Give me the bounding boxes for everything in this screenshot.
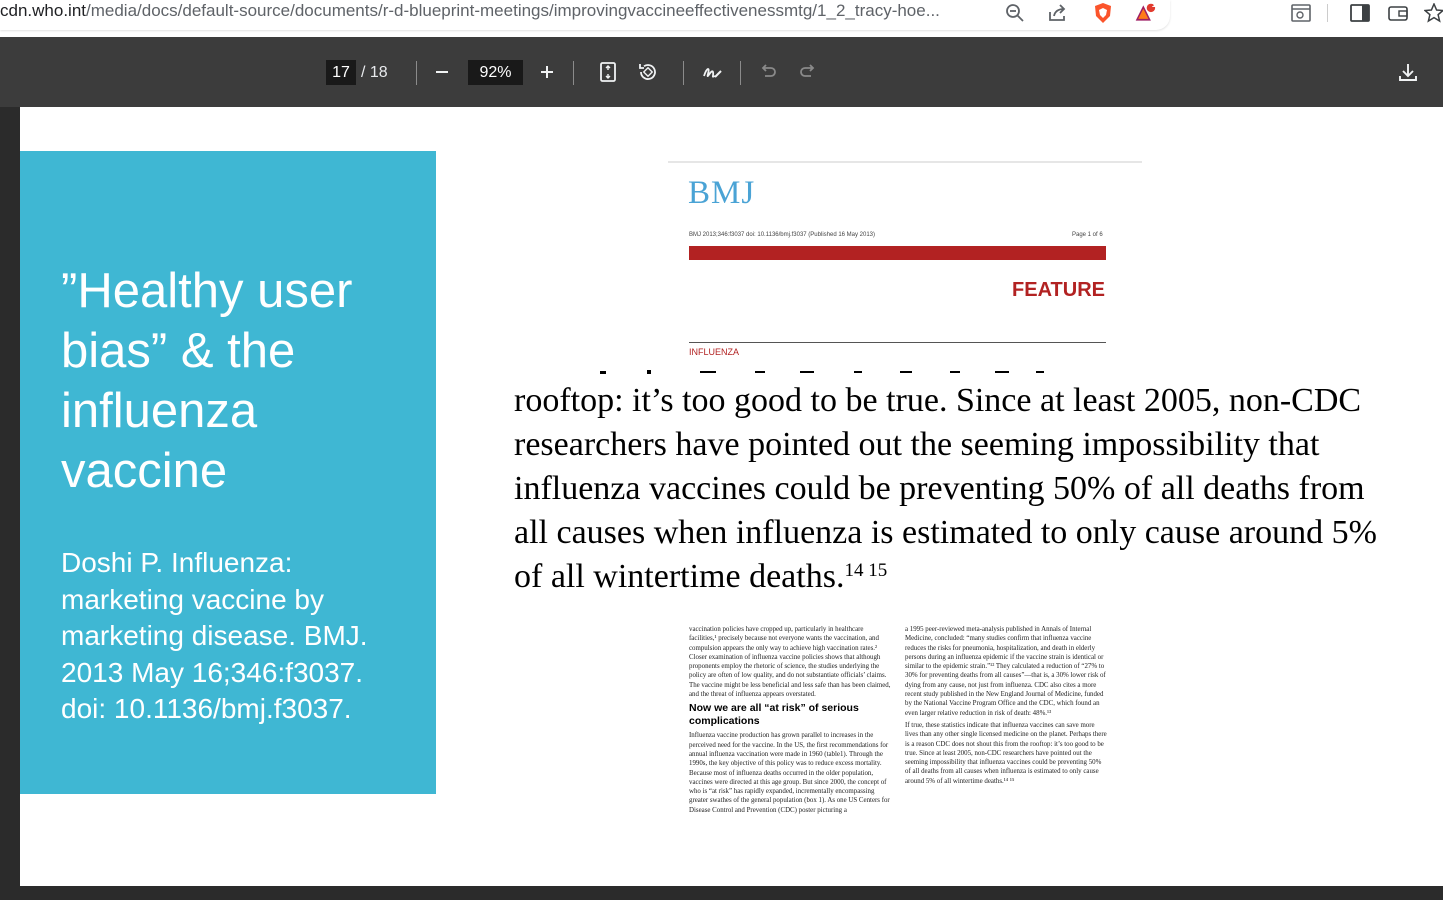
rotate-button[interactable] bbox=[635, 59, 661, 85]
url-field[interactable]: cdn.who.int/media/docs/default-source/do… bbox=[0, 0, 1170, 30]
article-paragraph: Influenza vaccine production has grown p… bbox=[689, 732, 890, 814]
zoom-out-page-icon[interactable] bbox=[1004, 2, 1026, 24]
bmj-article-header: BMJ BMJ 2013;346:f3037 doi: 10.1136/bmj.… bbox=[668, 161, 1142, 363]
article-paragraph: If true, these statistics indicate that … bbox=[905, 721, 1107, 785]
quote-line: of all wintertime deaths. bbox=[514, 558, 845, 595]
share-icon[interactable] bbox=[1046, 2, 1068, 24]
toolbar-divider bbox=[416, 61, 417, 85]
slide-title-panel: ”Healthy user bias” & the influenza vacc… bbox=[20, 151, 436, 794]
download-button[interactable] bbox=[1395, 59, 1421, 85]
zoom-level-input[interactable]: 92% bbox=[468, 60, 523, 85]
bookmark-star-icon[interactable] bbox=[1423, 2, 1443, 24]
article-subheading: Now we are all “at risk” of serious comp… bbox=[689, 702, 859, 728]
pen-icon bbox=[703, 68, 722, 78]
article-column-right: a 1995 peer-reviewed meta-analysis publi… bbox=[905, 625, 1107, 789]
toolbar-divider bbox=[573, 61, 574, 85]
quote-line: rooftop: it’s too good to be true. Since… bbox=[514, 382, 1362, 419]
minus-icon bbox=[436, 71, 448, 73]
bmj-divider bbox=[689, 342, 1106, 343]
plus-icon bbox=[541, 66, 553, 78]
download-icon bbox=[1399, 64, 1417, 81]
pdf-page: ”Healthy user bias” & the influenza vacc… bbox=[20, 107, 1443, 886]
undo-icon bbox=[761, 64, 776, 77]
browser-address-bar: cdn.who.int/media/docs/default-source/do… bbox=[0, 0, 1443, 37]
article-paragraph: a 1995 peer-reviewed meta-analysis publi… bbox=[905, 626, 1106, 717]
fit-to-page-icon bbox=[600, 62, 616, 82]
page-number-input[interactable]: 17 bbox=[326, 60, 356, 85]
brave-rewards-icon[interactable]: 1 bbox=[1134, 0, 1157, 24]
url-path: /media/docs/default-source/documents/r-d… bbox=[86, 1, 940, 20]
page-count: / 18 bbox=[361, 64, 388, 81]
zoom-out-button[interactable] bbox=[429, 59, 455, 85]
bmj-section-label: INFLUENZA bbox=[689, 347, 740, 357]
article-column-left: vaccination policies have cropped up, pa… bbox=[689, 625, 891, 818]
redo-icon bbox=[800, 64, 815, 77]
url-text[interactable]: cdn.who.int/media/docs/default-source/do… bbox=[0, 0, 990, 24]
bmj-feature-label: FEATURE bbox=[1012, 279, 1105, 301]
zoom-in-button[interactable] bbox=[534, 59, 560, 85]
sidebar-toggle-icon[interactable] bbox=[1349, 2, 1371, 24]
rewards-badge: 1 bbox=[1151, 0, 1157, 9]
quote-line: researchers have pointed out the seeming… bbox=[514, 426, 1320, 463]
bmj-logo: BMJ bbox=[688, 175, 756, 211]
toolbar-divider bbox=[740, 61, 741, 85]
rotate-icon bbox=[639, 64, 656, 80]
annotate-button[interactable] bbox=[699, 59, 725, 85]
quote-line: influenza vaccines could be preventing 5… bbox=[514, 470, 1365, 507]
wallet-icon[interactable] bbox=[1387, 2, 1409, 24]
bmj-page-number: Page 1 of 6 bbox=[1072, 232, 1103, 238]
toolbar-divider bbox=[1327, 4, 1328, 22]
pdf-toolbar: 17 / 18 92% bbox=[0, 37, 1443, 107]
slide-citation: Doshi P. Influenza: marketing vaccine by… bbox=[61, 547, 368, 724]
fit-page-button[interactable] bbox=[595, 59, 621, 85]
bmj-citation-line: BMJ 2013;346:f3037 doi: 10.1136/bmj.f303… bbox=[689, 232, 876, 238]
enlarged-quote: rooftop: it’s too good to be true. Since… bbox=[514, 379, 1443, 599]
url-host: cdn.who.int bbox=[0, 1, 86, 20]
undo-button[interactable] bbox=[755, 59, 781, 85]
bmj-red-bar bbox=[689, 246, 1106, 260]
toolbar-divider bbox=[683, 61, 684, 85]
slide-title: ”Healthy user bias” & the influenza vacc… bbox=[61, 264, 353, 498]
quote-line: all causes when influenza is estimated t… bbox=[514, 514, 1377, 551]
cropped-text-fragments bbox=[600, 370, 1044, 374]
redo-button[interactable] bbox=[795, 59, 821, 85]
article-paragraph: vaccination policies have cropped up, pa… bbox=[689, 626, 891, 699]
brave-shield-icon[interactable] bbox=[1092, 2, 1114, 24]
quote-references: 14 15 bbox=[844, 560, 888, 581]
reader-mode-icon[interactable] bbox=[1290, 2, 1312, 24]
